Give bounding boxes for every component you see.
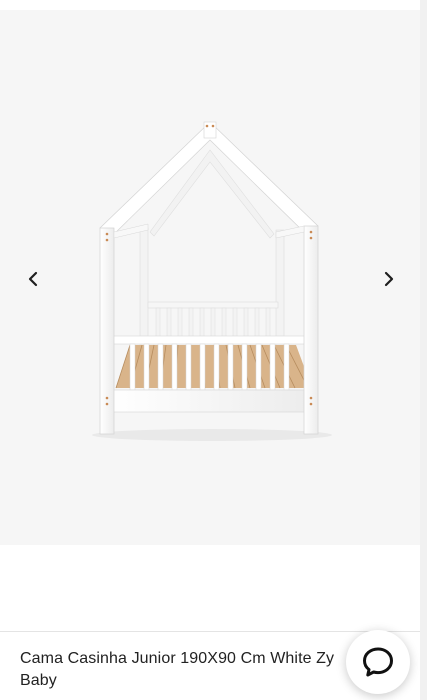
product-page: Cama Casinha Junior 190X90 Cm White Zy B… — [0, 0, 427, 700]
chevron-right-icon — [384, 271, 394, 287]
page-edge — [420, 0, 427, 700]
gallery-prev-button[interactable] — [21, 267, 45, 291]
chat-button[interactable] — [346, 630, 410, 694]
product-image — [92, 121, 332, 441]
product-title: Cama Casinha Junior 190X90 Cm White Zy B… — [20, 650, 335, 689]
chevron-left-icon — [28, 271, 38, 287]
section-divider — [0, 631, 420, 632]
product-image-gallery[interactable] — [0, 10, 420, 545]
chat-bubble-icon — [363, 647, 393, 677]
gallery-next-button[interactable] — [377, 267, 401, 291]
